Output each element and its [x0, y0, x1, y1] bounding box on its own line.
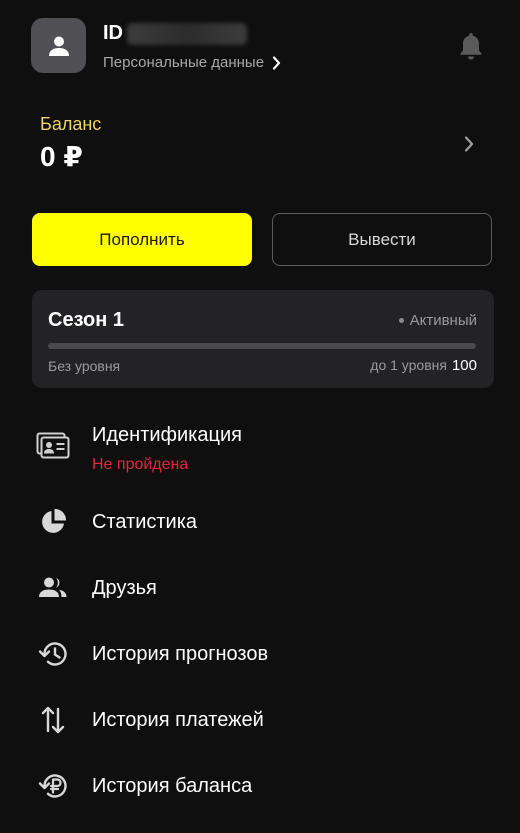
transfer-arrows-icon	[36, 703, 70, 737]
bell-icon[interactable]	[458, 31, 484, 61]
menu-item-label: Статистика	[92, 511, 198, 533]
avatar[interactable]	[31, 18, 86, 73]
pie-chart-icon	[36, 505, 70, 539]
identification-status: Не пройдена	[92, 456, 189, 473]
menu-item-prediction-history[interactable]: История прогнозов	[0, 634, 520, 674]
menu-item-label: История прогнозов	[92, 643, 269, 665]
next-level-label: до 1 уровня	[370, 357, 447, 373]
next-level-points: 100	[451, 357, 477, 374]
balance-section[interactable]: Баланс 0 ₽	[0, 108, 520, 183]
season-status: Активный	[398, 312, 477, 329]
user-id: ID	[103, 22, 247, 45]
season-card[interactable]: Сезон 1 Активный Без уровня до 1 уровня …	[32, 290, 494, 388]
menu-item-payment-history[interactable]: История платежей	[0, 700, 520, 740]
menu-item-label: История баланса	[92, 775, 253, 797]
menu-item-friends[interactable]: Друзья	[0, 568, 520, 608]
menu-item-label: Друзья	[92, 577, 157, 599]
id-label: ID	[103, 22, 123, 44]
chevron-right-icon	[464, 136, 474, 152]
menu-item-identification[interactable]: Идентификация Не пройдена	[0, 410, 520, 490]
history-clock-icon	[36, 637, 70, 671]
menu-item-statistics[interactable]: Статистика	[0, 502, 520, 542]
season-status-label: Активный	[409, 312, 477, 329]
chevron-right-icon	[272, 55, 281, 70]
withdraw-button[interactable]: Вывести	[272, 213, 492, 266]
id-value-redacted	[127, 22, 247, 45]
menu-item-label: Идентификация	[92, 424, 242, 446]
season-progress-bar	[48, 343, 476, 349]
personal-data-label: Персональные данные	[103, 54, 265, 71]
ruble-history-icon	[36, 769, 70, 803]
status-dot	[398, 318, 404, 323]
deposit-button[interactable]: Пополнить	[32, 213, 252, 266]
menu-item-balance-history[interactable]: История баланса	[0, 766, 520, 806]
friends-icon	[36, 571, 70, 605]
id-card-icon	[36, 429, 70, 463]
next-level-info: до 1 уровня 100	[370, 357, 477, 374]
balance-value: 0 ₽	[40, 141, 83, 172]
balance-label: Баланс	[40, 114, 102, 134]
personal-data-link[interactable]: Персональные данные	[103, 54, 281, 71]
menu-item-label: История платежей	[92, 709, 264, 731]
current-level: Без уровня	[48, 358, 121, 374]
user-icon	[48, 36, 69, 56]
profile-header: ID Персональные данные	[0, 0, 520, 90]
season-title: Сезон 1	[48, 309, 124, 331]
